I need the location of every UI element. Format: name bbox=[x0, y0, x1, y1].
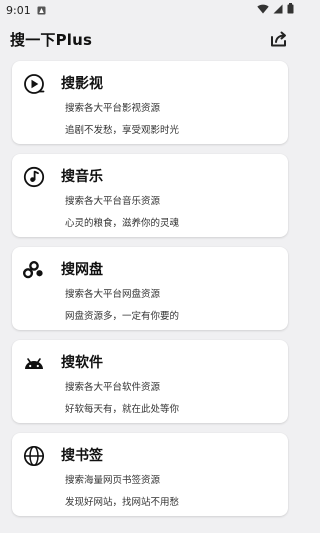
card-music[interactable]: 搜音乐 搜索各大平台音乐资源 心灵的粮食，滋养你的灵魂 bbox=[12, 154, 288, 237]
share-icon bbox=[271, 31, 286, 47]
card-subtitle: 好软每天有，就在此处等你 bbox=[65, 404, 180, 415]
card-title: 搜软件 bbox=[61, 355, 103, 371]
card-movies[interactable]: 搜影视 搜索各大平台影视资源 追剧不发愁，享受观影时光 bbox=[12, 61, 288, 144]
share-button[interactable] bbox=[268, 28, 290, 50]
wifi-icon bbox=[257, 4, 269, 17]
card-subtitle: 追剧不发愁，享受观影时光 bbox=[65, 125, 180, 136]
category-list: 搜影视 搜索各大平台影视资源 追剧不发愁，享受观影时光 搜音乐 搜索各大平台音乐… bbox=[12, 61, 288, 526]
card-description: 搜索各大平台网盘资源 bbox=[65, 289, 161, 300]
card-subtitle: 心灵的粮食，滋养你的灵魂 bbox=[65, 218, 180, 229]
card-cloud-drive[interactable]: 搜网盘 搜索各大平台网盘资源 网盘资源多，一定有你要的 bbox=[12, 247, 288, 330]
card-title: 搜音乐 bbox=[61, 169, 103, 185]
card-subtitle: 网盘资源多，一定有你要的 bbox=[65, 311, 180, 322]
card-title: 搜影视 bbox=[61, 76, 103, 92]
notification-icon bbox=[37, 6, 46, 15]
globe-icon bbox=[23, 445, 45, 467]
battery-icon bbox=[287, 3, 294, 17]
play-icon bbox=[23, 73, 45, 95]
card-description: 搜索海量网页书签资源 bbox=[65, 475, 161, 486]
page-title: 搜一下Plus bbox=[10, 30, 93, 49]
status-bar: 9:01 bbox=[0, 0, 300, 20]
card-description: 搜索各大平台软件资源 bbox=[65, 382, 161, 393]
card-title: 搜书签 bbox=[61, 448, 103, 464]
card-description: 搜索各大平台影视资源 bbox=[65, 103, 161, 114]
card-software[interactable]: 搜软件 搜索各大平台软件资源 好软每天有，就在此处等你 bbox=[12, 340, 288, 423]
cloud-drive-icon bbox=[23, 259, 45, 281]
card-title: 搜网盘 bbox=[61, 262, 103, 278]
card-bookmarks[interactable]: 搜书签 搜索海量网页书签资源 发现好网站，找网站不用愁 bbox=[12, 433, 288, 516]
music-note-icon bbox=[23, 166, 45, 188]
card-subtitle: 发现好网站，找网站不用愁 bbox=[65, 497, 180, 508]
card-description: 搜索各大平台音乐资源 bbox=[65, 196, 161, 207]
android-icon bbox=[23, 352, 45, 374]
signal-icon bbox=[273, 4, 283, 17]
app-bar: 搜一下Plus bbox=[0, 20, 300, 58]
status-indicators bbox=[257, 3, 294, 17]
status-time: 9:01 bbox=[6, 3, 31, 17]
